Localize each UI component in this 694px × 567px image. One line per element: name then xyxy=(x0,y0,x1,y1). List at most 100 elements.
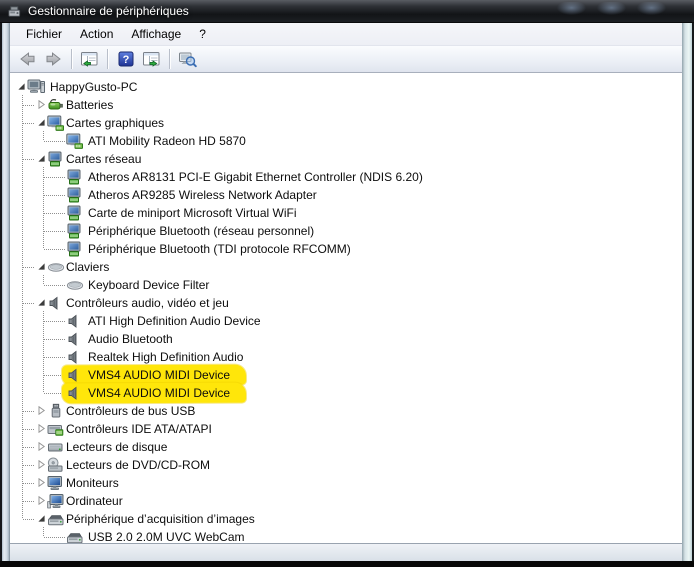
network-adapter-icon xyxy=(66,169,84,185)
tree-item[interactable]: Contrôleurs audio, vidéo et jeu xyxy=(10,294,682,312)
window-bottom-frame xyxy=(10,543,682,561)
speaker-icon xyxy=(66,385,84,401)
tree-item[interactable]: Contrôleurs IDE ATA/ATAPI xyxy=(10,420,682,438)
tree-item-label: USB 2.0 2.0M UVC WebCam xyxy=(88,530,245,543)
desktop-background xyxy=(0,561,694,567)
scan-hardware-changes-button[interactable] xyxy=(175,48,200,70)
expander-expanded-icon[interactable] xyxy=(17,82,26,91)
ide-controller-icon xyxy=(47,421,65,437)
tree-item-label: Périphérique Bluetooth (TDI protocole RF… xyxy=(88,242,351,256)
menu-bar: Fichier Action Affichage? xyxy=(10,23,682,46)
help-button[interactable]: ? xyxy=(113,48,138,70)
forward-arrow-button[interactable] xyxy=(41,48,66,70)
expander-expanded-icon[interactable] xyxy=(37,298,46,307)
help-icon: ? xyxy=(117,50,135,68)
keyboard-icon xyxy=(66,277,84,293)
tree-item[interactable]: Audio Bluetooth xyxy=(10,330,682,348)
menu-item-help[interactable]: ? xyxy=(190,25,215,44)
tree-item-label: Claviers xyxy=(66,260,110,274)
show-action-pane-button[interactable] xyxy=(139,48,164,70)
tree-item-label: Contrôleurs de bus USB xyxy=(66,404,196,418)
expander-collapsed-icon[interactable] xyxy=(37,460,46,469)
maximize-button[interactable] xyxy=(597,2,626,15)
tree-item[interactable]: ATI Mobility Radeon HD 5870 xyxy=(10,132,682,150)
show-console-tree-button[interactable] xyxy=(77,48,102,70)
expander-collapsed-icon[interactable] xyxy=(37,424,46,433)
tree-item[interactable]: Moniteurs xyxy=(10,474,682,492)
tree-item-label: ATI Mobility Radeon HD 5870 xyxy=(88,134,246,148)
tree-item[interactable]: Batteries xyxy=(10,96,682,114)
tree-item[interactable]: Claviers xyxy=(10,258,682,276)
tree-item[interactable]: Périphérique d’acquisition d’images xyxy=(10,510,682,528)
tree-item[interactable]: Ordinateur xyxy=(10,492,682,510)
caption-buttons xyxy=(557,2,666,15)
forward-arrow-icon xyxy=(44,50,63,68)
computer-monitor-icon xyxy=(47,493,65,509)
tree-item-label: Moniteurs xyxy=(66,476,119,490)
tree-item-label: Cartes graphiques xyxy=(66,116,165,130)
tree-item[interactable]: Cartes réseau xyxy=(10,150,682,168)
tree-item[interactable]: Keyboard Device Filter xyxy=(10,276,682,294)
scan-hardware-changes-icon xyxy=(178,50,198,68)
expander-expanded-icon[interactable] xyxy=(37,118,46,127)
tree-item[interactable]: Périphérique Bluetooth (TDI protocole RF… xyxy=(10,240,682,258)
toolbar-separator xyxy=(107,49,108,69)
expander-collapsed-icon[interactable] xyxy=(37,442,46,451)
tree-item[interactable]: Carte de miniport Microsoft Virtual WiFi xyxy=(10,204,682,222)
minimize-button[interactable] xyxy=(557,2,586,15)
tree-item[interactable]: Contrôleurs de bus USB xyxy=(10,402,682,420)
tree-item[interactable]: Périphérique Bluetooth (réseau personnel… xyxy=(10,222,682,240)
expander-expanded-icon[interactable] xyxy=(37,262,46,271)
tree-item-label: Batteries xyxy=(66,98,114,112)
tree-item-label: Cartes réseau xyxy=(66,152,142,166)
speaker-icon xyxy=(66,349,84,365)
expander-expanded-icon[interactable] xyxy=(37,514,46,523)
window-border-left xyxy=(0,23,10,561)
expander-collapsed-icon[interactable] xyxy=(37,100,46,109)
menu-item-fichier[interactable]: Fichier xyxy=(17,25,71,44)
tree-item-label: Contrôleurs IDE ATA/ATAPI xyxy=(66,422,212,436)
expander-collapsed-icon[interactable] xyxy=(37,406,46,415)
tree-item-label: Contrôleurs audio, vidéo et jeu xyxy=(66,296,229,310)
tree-item[interactable]: Cartes graphiques xyxy=(10,114,682,132)
tree-item-label: Ordinateur xyxy=(66,494,123,508)
tree-item-label: Keyboard Device Filter xyxy=(88,278,210,292)
tree-item[interactable]: VMS4 AUDIO MIDI Device xyxy=(10,366,682,384)
expander-expanded-icon[interactable] xyxy=(37,154,46,163)
tree-item-label: Lecteurs de disque xyxy=(66,440,168,454)
device-manager-icon xyxy=(7,4,22,19)
window-title: Gestionnaire de périphériques xyxy=(28,4,189,18)
tree-item[interactable]: Realtek High Definition Audio xyxy=(10,348,682,366)
tree-item-label: Lecteurs de DVD/CD-ROM xyxy=(66,458,211,472)
tree-item[interactable]: Lecteurs de disque xyxy=(10,438,682,456)
disk-drive-icon xyxy=(47,439,65,455)
tree-item-label: Realtek High Definition Audio xyxy=(88,350,244,364)
network-adapter-icon xyxy=(47,151,65,167)
display-adapter-icon xyxy=(66,133,84,149)
toolbar-separator xyxy=(71,49,72,69)
network-adapter-icon xyxy=(66,241,84,257)
tree-item[interactable]: USB 2.0 2.0M UVC WebCam xyxy=(10,528,682,543)
expander-collapsed-icon[interactable] xyxy=(37,496,46,505)
tree-item[interactable]: ATI High Definition Audio Device xyxy=(10,312,682,330)
tree-item[interactable]: HappyGusto-PC xyxy=(10,78,682,96)
tree-item[interactable]: Atheros AR8131 PCI-E Gigabit Ethernet Co… xyxy=(10,168,682,186)
device-tree: HappyGusto-PC Batteries Cartes graphiques A… xyxy=(10,73,682,543)
keyboard-icon xyxy=(47,259,65,275)
speaker-icon xyxy=(66,367,84,383)
monitor-icon xyxy=(47,475,65,491)
tree-item[interactable]: VMS4 AUDIO MIDI Device xyxy=(10,384,682,402)
network-adapter-icon xyxy=(66,223,84,239)
network-adapter-icon xyxy=(66,205,84,221)
expander-collapsed-icon[interactable] xyxy=(37,478,46,487)
speaker-icon xyxy=(66,313,84,329)
tree-item[interactable]: Lecteurs de DVD/CD-ROM xyxy=(10,456,682,474)
svg-text:?: ? xyxy=(122,54,129,66)
menu-item-action[interactable]: Action xyxy=(71,25,122,44)
tree-item[interactable]: Atheros AR9285 Wireless Network Adapter xyxy=(10,186,682,204)
menu-item-affichage[interactable]: Affichage xyxy=(122,25,190,44)
computer-root-icon xyxy=(27,79,45,95)
close-button[interactable] xyxy=(637,2,666,15)
tree-item-label: VMS4 AUDIO MIDI Device xyxy=(88,368,231,382)
back-arrow-button[interactable] xyxy=(15,48,40,70)
